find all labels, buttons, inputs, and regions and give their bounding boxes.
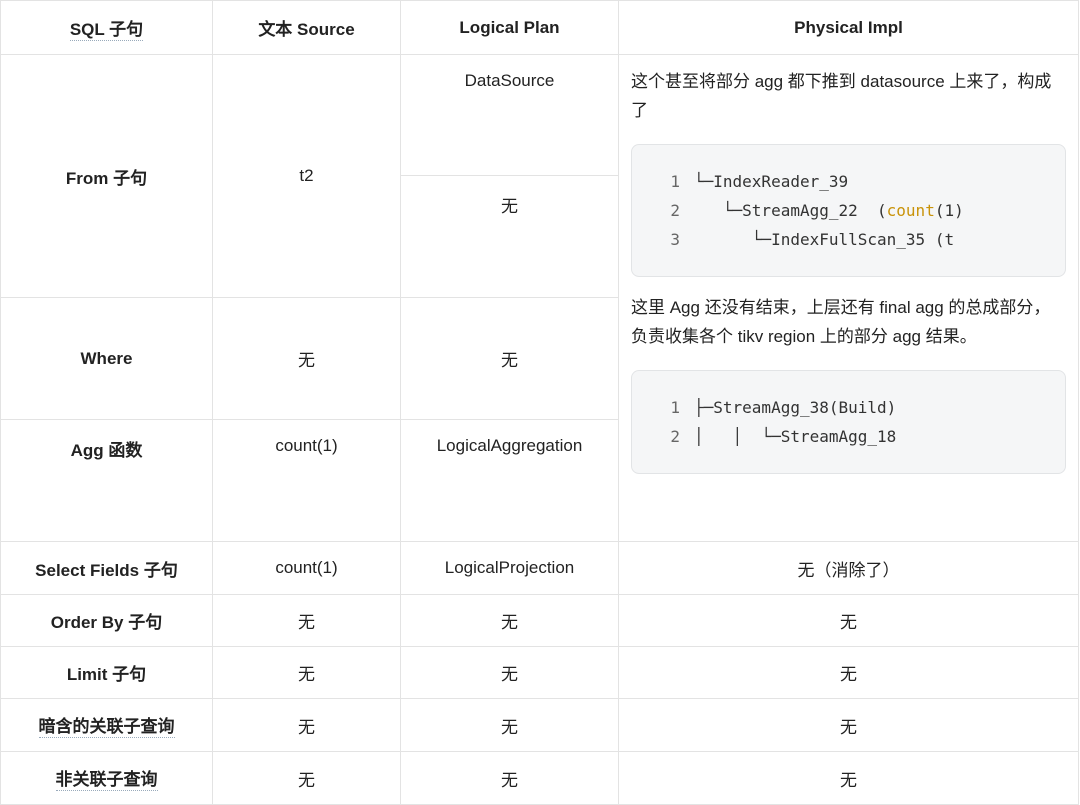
cell-physical: 无（消除了） xyxy=(618,541,1079,595)
cell-logical: LogicalProjection xyxy=(400,541,619,595)
code-keyword: count xyxy=(886,201,935,220)
cell-text: 无 xyxy=(298,665,315,684)
line-number: 2 xyxy=(670,427,680,446)
line-number: 1 xyxy=(670,398,680,417)
cell-logical: 无 xyxy=(400,646,619,699)
header-text: SQL 子句 xyxy=(69,15,144,41)
cell-source: count(1) xyxy=(212,541,401,595)
cell-logical: 无 xyxy=(400,175,619,298)
cell-text: 无 xyxy=(298,613,315,632)
cell-text: 暗含的关联子查询 xyxy=(38,712,175,738)
code-text: └─IndexReader_39 xyxy=(694,172,849,191)
code-line: 3 └─IndexFullScan_35 (t xyxy=(632,225,1065,254)
cell-physical: 无 xyxy=(618,646,1079,699)
cell-logical: DataSource xyxy=(400,54,619,176)
cell-physical: 无 xyxy=(618,751,1079,805)
cell-clause: 暗含的关联子查询 xyxy=(0,698,213,752)
cell-text: count(1) xyxy=(275,558,338,577)
cell-text: 无 xyxy=(840,665,857,684)
cell-text: Limit 子句 xyxy=(66,665,147,684)
cell-text: 无 xyxy=(298,770,315,790)
cell-source: 无 xyxy=(212,646,401,699)
cell-clause: Select Fields 子句 xyxy=(0,541,213,595)
header-physical-impl: Physical Impl xyxy=(618,0,1079,55)
cell-clause: Limit 子句 xyxy=(0,646,213,699)
cell-text: 无 xyxy=(501,665,518,684)
cell-text: 无 xyxy=(840,717,857,737)
cell-logical: LogicalAggregation xyxy=(400,419,619,542)
code-line: 1 └─IndexReader_39 xyxy=(632,167,1065,196)
cell-clause: 非关联子查询 xyxy=(0,751,213,805)
cell-text: 无 xyxy=(840,613,857,632)
cell-clause: From 子句 xyxy=(0,54,213,298)
cell-text: Select Fields 子句 xyxy=(35,560,178,580)
cell-text: LogicalProjection xyxy=(444,558,575,577)
cell-source: t2 xyxy=(212,54,401,298)
cell-physical: 无 xyxy=(618,698,1079,752)
code-block: 1 ├─StreamAgg_38(Build) 2 │ │ └─StreamAgg_1… xyxy=(631,370,1066,474)
cell-text: Order By 子句 xyxy=(50,613,163,632)
cell-logical: 无 xyxy=(400,751,619,805)
header-logical-plan: Logical Plan xyxy=(400,0,619,55)
physical-paragraph: 这个甚至将部分 agg 都下推到 datasource 上来了，构成了 xyxy=(631,72,1052,120)
cell-source: 无 xyxy=(212,751,401,805)
code-text: └─IndexFullScan_35 (t xyxy=(694,230,955,249)
code-text: │ │ └─StreamAgg_18 xyxy=(694,427,897,446)
cell-text: 无 xyxy=(501,770,518,790)
cell-text: 无 xyxy=(298,717,315,737)
header-text: 文本 Source xyxy=(258,20,355,39)
cell-source: 无 xyxy=(212,297,401,420)
code-text: (1) xyxy=(934,201,964,220)
cell-clause: Where xyxy=(0,297,213,420)
cell-source: 无 xyxy=(212,698,401,752)
cell-clause: Agg 函数 xyxy=(0,419,213,542)
cell-text: 无 xyxy=(840,770,857,790)
cell-physical-merged: 这个甚至将部分 agg 都下推到 datasource 上来了，构成了 1 └─I… xyxy=(618,54,1079,542)
code-text: ├─StreamAgg_38(Build) xyxy=(694,398,897,417)
cell-logical: 无 xyxy=(400,698,619,752)
header-text: Logical Plan xyxy=(459,17,560,37)
header-text: Physical Impl xyxy=(794,17,903,37)
header-sql-clause: SQL 子句 xyxy=(0,0,213,55)
physical-paragraph: 这里 Agg 还没有结束，上层还有 final agg 的总成部分，负责收集各个… xyxy=(631,298,1051,346)
cell-text: 无 xyxy=(501,613,518,632)
cell-logical: 无 xyxy=(400,297,619,420)
line-number: 1 xyxy=(670,172,680,191)
cell-physical: 无 xyxy=(618,594,1079,647)
code-text: └─StreamAgg_22 ( xyxy=(694,201,887,220)
code-line: 1 ├─StreamAgg_38(Build) xyxy=(632,393,1065,422)
cell-source: count(1) xyxy=(212,419,401,542)
cell-clause: Order By 子句 xyxy=(0,594,213,647)
cell-source: 无 xyxy=(212,594,401,647)
cell-text: 无（消除了） xyxy=(797,560,900,580)
cell-logical: 无 xyxy=(400,594,619,647)
header-source: 文本 Source xyxy=(212,0,401,55)
cell-text: 无 xyxy=(501,717,518,737)
line-number: 3 xyxy=(670,230,680,249)
code-block: 1 └─IndexReader_39 2 └─StreamAgg_22 (count… xyxy=(631,144,1066,277)
cell-text: 非关联子查询 xyxy=(55,765,158,791)
line-number: 2 xyxy=(670,201,680,220)
code-line: 2 └─StreamAgg_22 (count(1) xyxy=(632,196,1065,225)
code-line: 2 │ │ └─StreamAgg_18 xyxy=(632,422,1065,451)
